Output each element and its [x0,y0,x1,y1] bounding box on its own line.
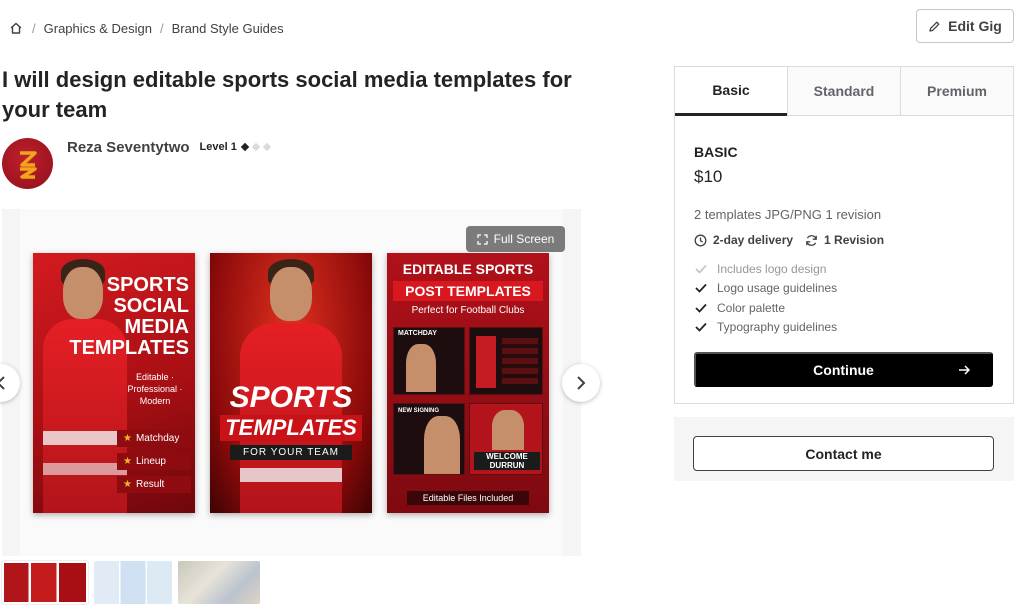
check-icon [694,320,708,334]
poster1-pill: ★ Matchday [117,430,191,447]
revisions-info: 1 Revision [805,233,884,247]
package-price: $10 [694,167,723,186]
poster2-line2: TEMPLATES [220,415,362,441]
contact-section: Contact me [674,417,1014,481]
star-icon: ★ [123,433,132,444]
continue-button[interactable]: Continue [694,352,993,387]
package-name: BASIC [694,144,738,160]
feature-label: Includes logo design [717,261,827,276]
package-card: Basic Standard Premium BASIC $10 2 templ… [674,66,1014,404]
breadcrumb-item-graphics-design[interactable]: Graphics & Design [44,21,152,36]
poster3-tile: NEW SIGNING [393,403,465,475]
poster3-line3: Perfect for Football Clubs [411,305,525,316]
breadcrumb-item-brand-style-guides[interactable]: Brand Style Guides [172,21,284,36]
breadcrumb-separator: / [160,20,164,36]
poster3-tile: MATCHDAY [393,327,465,395]
gallery-poster-templates: SPORTS TEMPLATES FOR YOUR TEAM [210,253,372,513]
poster3-tile-label: NEW SIGNING [398,408,440,414]
gallery-thumbnail[interactable] [1,560,89,605]
continue-label: Continue [813,361,874,378]
contact-me-button[interactable]: Contact me [693,436,994,471]
feature-item: Color palette [694,298,837,318]
level-diamond-icon [251,142,261,152]
gig-title: I will design editable sports social med… [2,67,572,122]
avatar[interactable] [2,138,53,189]
package-meta: 2-day delivery 1 Revision [694,233,896,247]
check-icon [694,281,708,295]
edit-gig-button[interactable]: Edit Gig [916,9,1014,43]
delivery-label: 2-day delivery [713,233,794,247]
breadcrumb: / Graphics & Design / Brand Style Guides [8,18,284,38]
feature-label: Logo usage guidelines [717,281,838,296]
seller-name[interactable]: Reza Seventytwo [67,139,190,156]
star-icon: ★ [123,479,132,490]
package-features: Includes logo design Logo usage guidelin… [694,259,837,337]
level-diamond-icon [262,142,272,152]
feature-item: Includes logo design [694,259,837,279]
revisions-label: 1 Revision [824,233,885,247]
check-icon [694,301,708,315]
check-icon [694,262,708,276]
poster1-headline-line: SOCIAL [113,295,189,317]
arrow-right-icon [959,365,971,375]
poster1-pill-label: Matchday [135,433,180,444]
poster3-tile [469,327,543,395]
poster3-line1: EDITABLE SPORTS [402,261,534,277]
clock-icon [694,234,707,246]
seller-level: Level 1 [199,141,272,153]
chevron-left-icon [0,376,5,390]
fullscreen-button[interactable]: Full Screen [466,226,565,252]
feature-item: Typography guidelines [694,318,837,338]
poster3-tile: WELCOME DURRUN [469,403,543,475]
poster1-headline-line: MEDIA [124,316,189,338]
gallery-thumbnail[interactable] [178,561,260,604]
poster1-pill-label: Lineup [135,456,166,467]
pencil-icon [929,21,940,32]
feature-item: Logo usage guidelines [694,279,837,299]
poster1-pill: ★ Result [117,476,191,493]
gallery-next-button[interactable] [562,364,600,402]
feature-label: Color palette [717,300,786,315]
delivery-info: 2-day delivery [694,233,793,247]
poster3-footer: Editable Files Included [407,491,529,505]
poster1-headline-line: TEMPLATES [69,337,189,359]
package-description: 2 templates JPG/PNG 1 revision [694,207,882,222]
gallery-thumbnails [1,560,260,605]
expand-icon [476,233,488,245]
gallery-poster-social-media: SPORTS SOCIAL MEDIA TEMPLATES Editable ·… [33,253,195,513]
level-diamond-icon [240,142,250,152]
tab-basic[interactable]: Basic [675,67,787,116]
star-icon: ★ [123,456,132,467]
feature-label: Typography guidelines [717,320,838,335]
tab-premium[interactable]: Premium [900,67,1013,116]
poster1-headline-line: SPORTS [106,274,189,296]
gallery-thumbnail[interactable] [94,561,172,604]
gallery-poster-post-templates: EDITABLE SPORTS POST TEMPLATES Perfect f… [387,253,549,513]
poster1-tagline: Editable · Professional · Modern [127,372,183,406]
seller-info: Reza Seventytwo Level 1 [2,138,272,189]
contact-me-label: Contact me [805,445,882,462]
tab-standard[interactable]: Standard [787,67,900,116]
seller-level-label: Level 1 [199,141,237,153]
fullscreen-label: Full Screen [493,232,555,246]
poster2-line3: FOR YOUR TEAM [230,445,352,460]
home-icon[interactable] [8,20,24,36]
poster1-pill-label: Result [135,479,165,490]
poster1-pill: ★ Lineup [117,453,191,470]
poster3-tile-label: MATCHDAY [398,330,437,337]
poster3-line2: POST TEMPLATES [393,281,543,301]
poster2-line1: SPORTS [229,381,353,414]
package-tabs: Basic Standard Premium [675,67,1013,116]
poster1-headline: SPORTS SOCIAL MEDIA TEMPLATES [69,275,189,359]
refresh-icon [806,234,817,246]
poster3-tile-label: WELCOME DURRUN [474,452,540,470]
breadcrumb-separator: / [32,20,36,36]
edit-gig-label: Edit Gig [948,18,1002,34]
chevron-right-icon [577,376,586,390]
